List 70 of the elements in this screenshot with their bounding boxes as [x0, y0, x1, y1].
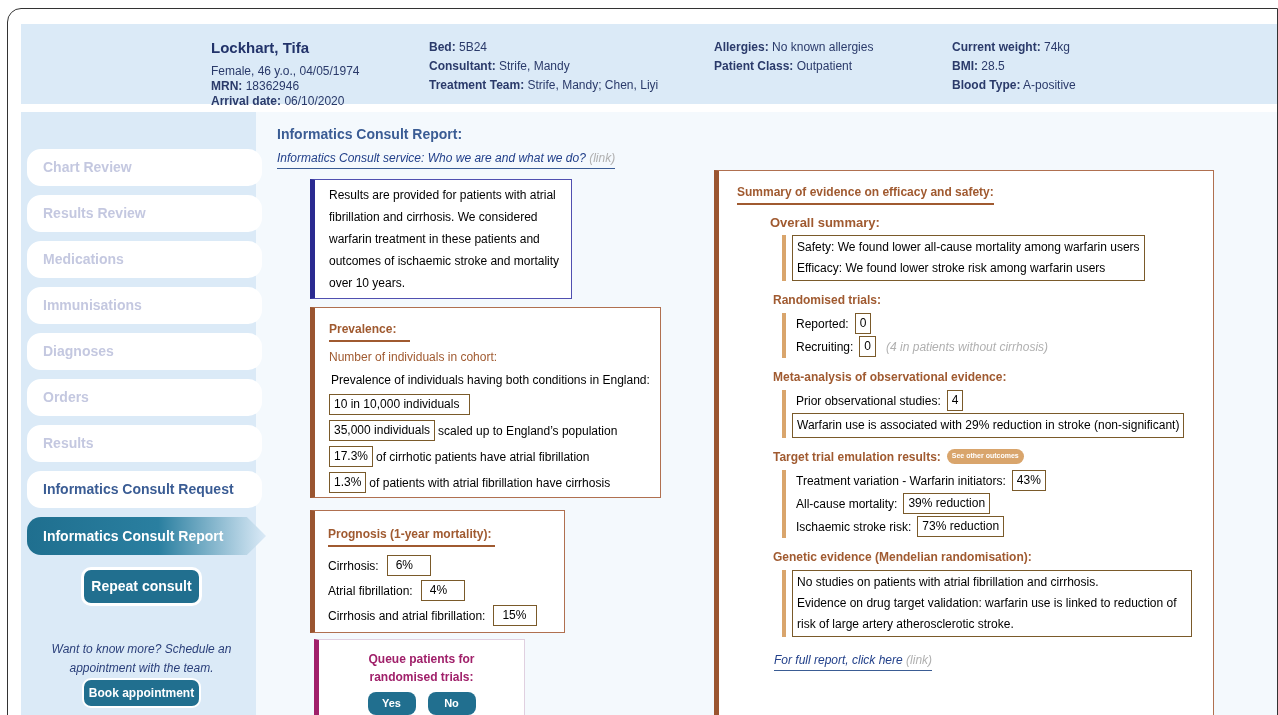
evidence-note: (4 in patients without cirrhosis) — [886, 338, 1049, 356]
full-report-link[interactable]: For full report, click here (link) — [774, 650, 933, 671]
section-heading: Meta-analysis of observational evidence: — [773, 368, 1007, 386]
value-box: 1.3% — [329, 472, 367, 493]
value-box: 4% — [420, 580, 465, 601]
prevalence-note: of patients with atrial fibrillation have cirrhosis — [369, 474, 611, 492]
intro-text: Results are provided for patients with atrial fibrillation and cirrhosis. We considered warfarin treatment in these patients and outcomes of ischaemic stroke and mortality over 10 years. — [329, 187, 561, 292]
value-box: 0 — [854, 313, 872, 334]
value-box: 35,000 individuals — [329, 420, 436, 441]
patient-field: BMI: 28.5 — [952, 59, 1152, 74]
prevalence-text: Prevalence of individuals having both conditions in England: — [330, 372, 651, 389]
value-box: 73% reduction — [917, 516, 1005, 537]
evidence-line: Warfarin use is associated with 29% reduction in stroke (non-significant) — [797, 416, 1180, 434]
value-box: 10 in 10,000 individuals — [329, 394, 471, 415]
report-title: Informatics Consult Report: — [277, 125, 464, 144]
schedule-text: Want to know more? Schedule an appointment with the team. — [50, 641, 233, 677]
queue-title: Queue patients for randomised trials: — [367, 651, 476, 686]
prevalence-note: scaled up to England’s population — [438, 422, 618, 440]
section-heading: Overall summary: — [770, 214, 880, 232]
patient-field: Patient Class: Outpatient — [714, 59, 952, 74]
patient-details: Female, 46 y.o., 04/05/1974 — [211, 63, 361, 79]
evidence-line: Efficacy: We found lower stroke risk among warfarin users — [797, 259, 1107, 277]
section-bar — [782, 569, 786, 637]
section-heading: Randomised trials: — [773, 291, 882, 309]
value-box: 0 — [859, 336, 877, 357]
queue-button[interactable]: Yes — [367, 692, 416, 715]
patient-field: Consultant: Strife, Mandy — [429, 59, 714, 74]
repeat-consult-button[interactable]: Repeat consult — [81, 567, 202, 606]
patient-field: Current weight: 74kg — [952, 40, 1152, 55]
value-box: 17.3% — [329, 446, 374, 467]
evidence-label: Ischaemic stroke risk: — [795, 518, 912, 536]
cohort-label: Number of individuals in cohort: — [329, 349, 499, 366]
service-link[interactable]: Informatics Consult service: Who we are and what we do? (link) — [277, 149, 616, 169]
section-bar — [782, 469, 786, 538]
prognosis-label: Cirrhosis: — [328, 557, 379, 575]
section-heading: Target trial emulation results: — [773, 448, 941, 466]
section-heading: Genetic evidence (Mendelian randomisation): — [773, 548, 1032, 566]
patient-field: Bed: 5B24 — [429, 40, 714, 55]
value-box: 39% reduction — [903, 493, 991, 514]
section-bar — [782, 389, 786, 438]
evidence-line: Safety: We found lower all-cause mortality among warfarin users — [797, 238, 1140, 256]
evidence-line: No studies on patients with atrial fibrillation and cirrhosis. — [797, 573, 1100, 591]
evidence-label: Recruiting: — [795, 338, 854, 356]
nav-item[interactable]: Informatics Consult Report — [27, 517, 266, 555]
prevalence-title: Prevalence: — [329, 320, 411, 342]
prevalence-note: of cirrhotic patients have atrial fibrillation — [376, 448, 590, 466]
patient-field: MRN: 18362946 — [211, 78, 429, 94]
value-box: 15% — [493, 605, 538, 626]
evidence-line: Evidence on drug target validation: warfarin use is linked to reduction of risk of large artery atherosclerotic stroke. — [797, 594, 1178, 633]
patient-field: Arrival date: 06/10/2020 — [211, 93, 429, 109]
evidence-label: Treatment variation - Warfarin initiators: — [795, 472, 1006, 490]
value-box: 4 — [946, 390, 964, 411]
section-bar — [782, 312, 786, 358]
nav-item[interactable]: Informatics Consult Request — [27, 471, 262, 508]
patient-field: Allergies: No known allergies — [714, 40, 952, 55]
patient-field: Blood Type: A-positive — [952, 78, 1152, 93]
patient-field: Treatment Team: Strife, Mandy; Chen, Liyi — [429, 78, 714, 93]
patient-name: Lockhart, Tifa — [211, 38, 311, 58]
evidence-label: Prior observational studies: — [795, 392, 941, 410]
value-box: 6% — [386, 555, 431, 576]
prognosis-label: Cirrhosis and atrial fibrillation: — [328, 607, 486, 625]
section-bar — [782, 234, 786, 281]
queue-button[interactable]: No — [427, 692, 476, 715]
prognosis-title: Prognosis (1-year mortality): — [328, 525, 496, 547]
value-box: 43% — [1011, 470, 1046, 491]
book-appointment-button[interactable]: Book appointment — [81, 678, 202, 708]
evidence-label: Reported: — [795, 315, 849, 333]
summary-title: Summary of evidence on efficacy and safety: — [737, 183, 994, 205]
evidence-label: All-cause mortality: — [795, 495, 898, 513]
prognosis-label: Atrial fibrillation: — [328, 582, 413, 600]
